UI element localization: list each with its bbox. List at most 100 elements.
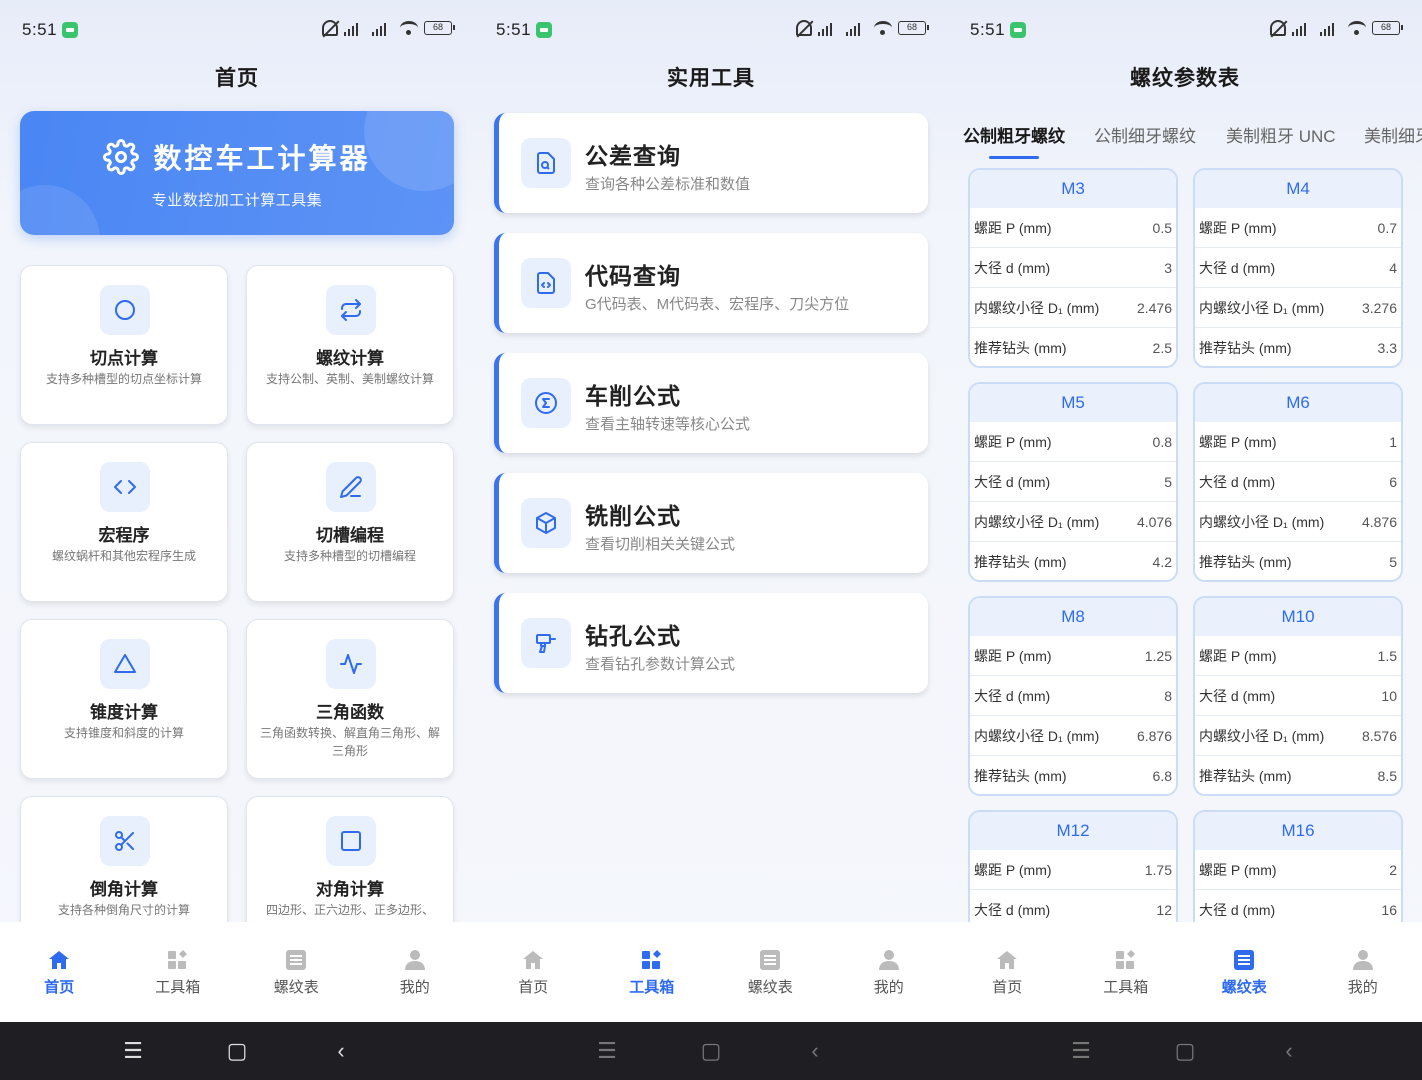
pulse-icon (340, 654, 362, 674)
nav-profile[interactable]: 我的 (1304, 922, 1422, 1022)
page-title: 实用工具 (667, 67, 755, 90)
system-nav-bar: ☰ ▢ ‹ (474, 1022, 948, 1080)
param-value: 1 (1389, 433, 1397, 450)
tab-unc[interactable]: 美制粗牙 UNC (1226, 122, 1336, 147)
tool-drilling[interactable]: 钻孔公式 查看钻孔参数计算公式 (494, 593, 928, 693)
tile-grooving[interactable]: 切槽编程 支持多种槽型的切槽编程 (246, 442, 454, 602)
nav-toolbox[interactable]: 工具箱 (119, 922, 238, 1022)
home-screen: 5:51 68 首页 数控车工计算器 专业数控加工计算工具集 切点计算 支持多种… (0, 0, 474, 1022)
nav-toolbox[interactable]: 工具箱 (1067, 922, 1186, 1022)
nav-thread-table[interactable]: 螺纹表 (1185, 922, 1304, 1022)
menu-icon[interactable]: ☰ (595, 1038, 619, 1064)
user-icon (878, 950, 899, 970)
home-square-icon[interactable]: ▢ (225, 1038, 249, 1064)
thread-size-title: M4 (1195, 170, 1401, 208)
nav-home[interactable]: 首页 (0, 922, 119, 1022)
tool-milling[interactable]: 铣削公式 查看切削相关关键公式 (494, 473, 928, 573)
home-square-icon[interactable]: ▢ (1173, 1038, 1197, 1064)
param-value: 8.576 (1361, 727, 1397, 744)
param-label: 内螺纹小径 D₁ (mm) (974, 299, 1100, 316)
thread-param-row: 螺距 P (mm) 0.7 (1195, 208, 1401, 248)
scissors-icon (115, 831, 134, 851)
thread-param-row: 螺距 P (mm) 1.25 (970, 636, 1176, 676)
thread-param-row: 内螺纹小径 D₁ (mm) 4.876 (1195, 502, 1401, 542)
nav-thread-table[interactable]: 螺纹表 (711, 922, 830, 1022)
thread-size-title: M12 (970, 812, 1176, 850)
param-value: 2.5 (1152, 339, 1172, 356)
tile-name: 螺纹计算 (316, 349, 384, 368)
param-label: 螺距 P (mm) (974, 647, 1052, 664)
mute-bell-icon (1270, 20, 1286, 36)
tool-tolerance[interactable]: 公差查询 查询各种公差标准和数值 (494, 113, 928, 213)
code-icon (114, 480, 136, 494)
back-icon[interactable]: ‹ (1277, 1038, 1301, 1064)
gear-icon (103, 139, 140, 175)
thread-param-row: 大径 d (mm) 5 (970, 462, 1176, 502)
signal-5g-icon (818, 20, 840, 36)
tab-metric-fine[interactable]: 公制细牙螺纹 (1094, 122, 1196, 147)
thread-param-row: 内螺纹小径 D₁ (mm) 2.476 (970, 288, 1176, 328)
thread-param-row: 大径 d (mm) 10 (1195, 676, 1401, 716)
nav-thread-table[interactable]: 螺纹表 (237, 922, 356, 1022)
thread-param-row: 推荐钻头 (mm) 3.3 (1195, 328, 1401, 366)
home-square-icon[interactable]: ▢ (699, 1038, 723, 1064)
param-label: 螺距 P (mm) (1199, 861, 1277, 878)
battery-icon: 68 (1372, 21, 1403, 35)
thread-param-row: 内螺纹小径 D₁ (mm) 3.276 (1195, 288, 1401, 328)
home-icon (49, 951, 70, 969)
param-label: 推荐钻头 (mm) (974, 767, 1067, 784)
user-icon (404, 950, 425, 970)
param-label: 大径 d (mm) (1199, 687, 1276, 704)
wifi-icon (400, 21, 418, 35)
tile-name: 切点计算 (90, 349, 158, 368)
thread-size-title: M3 (970, 170, 1176, 208)
param-value: 6 (1389, 473, 1397, 490)
tile-macro[interactable]: 宏程序 螺纹蜗杆和其他宏程序生成 (20, 442, 228, 602)
param-value: 0.8 (1152, 433, 1172, 450)
back-icon[interactable]: ‹ (329, 1038, 353, 1064)
mute-bell-icon (322, 20, 338, 36)
thread-param-row: 大径 d (mm) 6 (1195, 462, 1401, 502)
tile-trig[interactable]: 三角函数 三角函数转换、解直角三角形、解三角形 (246, 619, 454, 779)
sigma-icon (535, 392, 557, 414)
page-title: 首页 (215, 67, 259, 90)
menu-icon[interactable]: ☰ (121, 1038, 145, 1064)
nav-label: 螺纹表 (1221, 979, 1267, 996)
tab-metric-coarse[interactable]: 公制粗牙螺纹 (963, 122, 1065, 159)
thread-size-title: M16 (1195, 812, 1401, 850)
nav-label: 我的 (399, 979, 430, 996)
param-label: 推荐钻头 (mm) (974, 553, 1067, 570)
tile-taper[interactable]: 锥度计算 支持锥度和斜度的计算 (20, 619, 228, 779)
thread-param-row: 推荐钻头 (mm) 8.5 (1195, 756, 1401, 794)
tile-desc: 支持锥度和斜度的计算 (63, 726, 184, 740)
param-label: 推荐钻头 (mm) (1199, 339, 1292, 356)
nav-profile[interactable]: 我的 (830, 922, 949, 1022)
tile-tangent-point[interactable]: 切点计算 支持多种槽型的切点坐标计算 (20, 265, 228, 425)
nav-home[interactable]: 首页 (948, 922, 1067, 1022)
nav-toolbox[interactable]: 工具箱 (593, 922, 712, 1022)
cube-icon (536, 512, 556, 534)
nav-label: 螺纹表 (747, 979, 793, 996)
param-value: 0.5 (1152, 219, 1172, 236)
tool-code[interactable]: 代码查询 G代码表、M代码表、宏程序、刀尖方位 (494, 233, 928, 333)
tab-unf[interactable]: 美制细牙 (1364, 122, 1422, 147)
hero-title: 数控车工计算器 (153, 143, 371, 174)
tile-desc: 支持多种槽型的切槽编程 (283, 549, 416, 563)
app-notification-icon (536, 22, 552, 38)
thread-param-row: 螺距 P (mm) 1.5 (1195, 636, 1401, 676)
menu-icon[interactable]: ☰ (1069, 1038, 1093, 1064)
tile-name: 宏程序 (98, 526, 150, 545)
nav-profile[interactable]: 我的 (356, 922, 475, 1022)
nav-label: 工具箱 (155, 979, 201, 996)
param-value: 5 (1164, 473, 1172, 490)
param-value: 8.5 (1377, 767, 1397, 784)
drill-icon (536, 634, 556, 653)
param-value: 6.8 (1152, 767, 1172, 784)
wifi-icon (1348, 21, 1366, 35)
tile-thread-calc[interactable]: 螺纹计算 支持公制、英制、美制螺纹计算 (246, 265, 454, 425)
tool-turning[interactable]: 车削公式 查看主轴转速等核心公式 (494, 353, 928, 453)
tool-name: 代码查询 (585, 263, 681, 289)
back-icon[interactable]: ‹ (803, 1038, 827, 1064)
status-bar: 5:51 68 (474, 0, 948, 60)
nav-home[interactable]: 首页 (474, 922, 593, 1022)
